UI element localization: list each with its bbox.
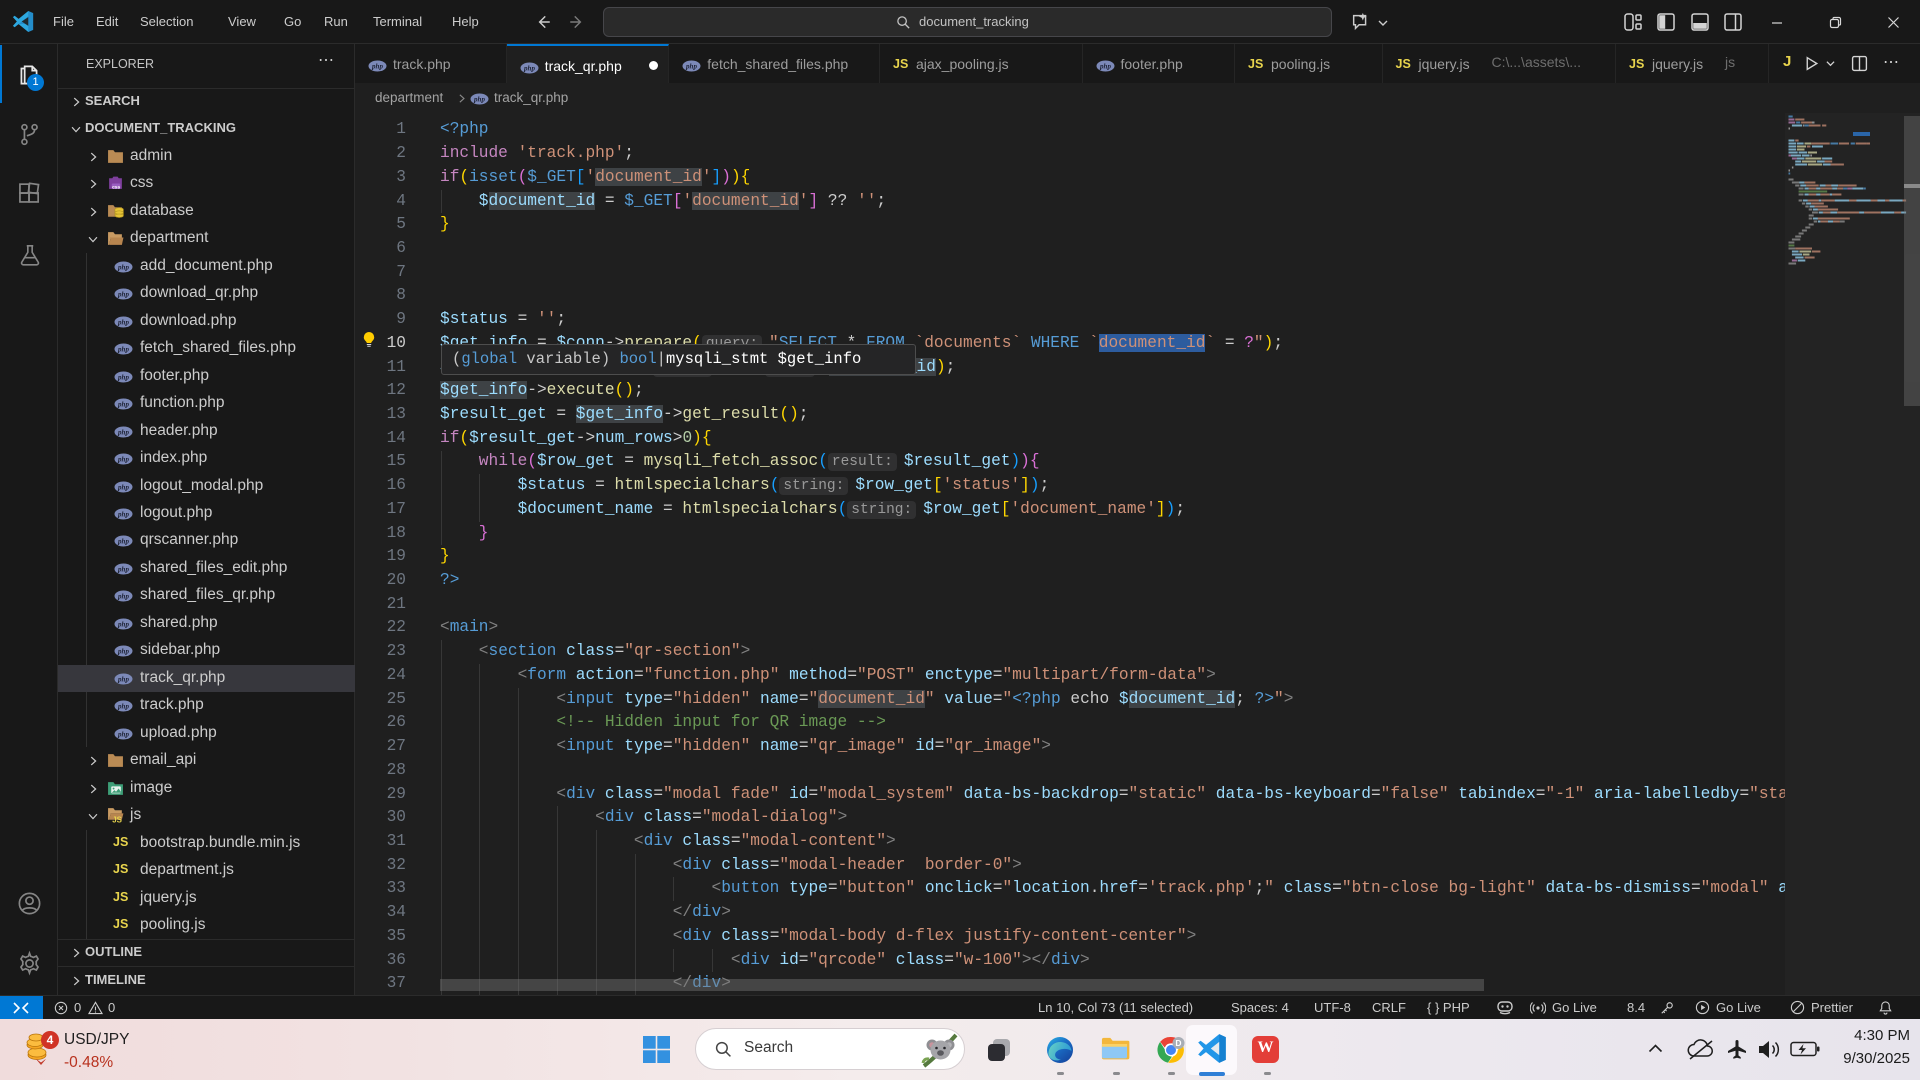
svg-text:php: php	[117, 346, 129, 354]
svg-text:php: php	[685, 63, 697, 71]
svg-text:D: D	[1175, 1038, 1181, 1048]
svg-text:php: php	[117, 456, 129, 464]
svg-text:php: php	[117, 483, 129, 491]
svg-text:php: php	[473, 96, 485, 104]
svg-text:php: php	[523, 65, 535, 73]
svg-text:php: php	[117, 565, 129, 573]
svg-text:php: php	[117, 620, 129, 628]
svg-text:php: php	[117, 291, 129, 299]
svg-text:php: php	[371, 63, 383, 71]
svg-text:php: php	[117, 703, 129, 711]
svg-text:php: php	[117, 373, 129, 381]
svg-text:php: php	[117, 510, 129, 518]
svg-text:php: php	[117, 675, 129, 683]
svg-text:php: php	[117, 538, 129, 546]
svg-text:php: php	[117, 648, 129, 656]
svg-text:JS: JS	[112, 816, 122, 824]
svg-text:php: php	[117, 318, 129, 326]
svg-text:css: css	[112, 186, 120, 191]
svg-text:php: php	[117, 593, 129, 601]
svg-text:php: php	[1099, 63, 1111, 71]
svg-text:php: php	[117, 401, 129, 409]
svg-text:php: php	[117, 428, 129, 436]
svg-text:php: php	[117, 263, 129, 271]
svg-text:php: php	[117, 730, 129, 738]
